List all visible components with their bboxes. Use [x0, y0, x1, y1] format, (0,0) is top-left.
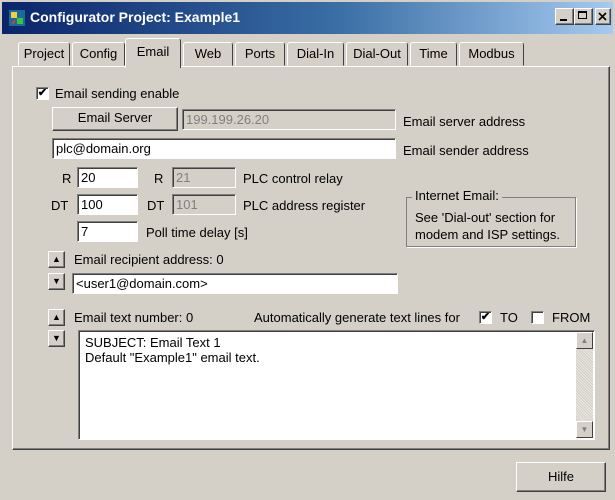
maximize-icon: [578, 11, 587, 19]
text-number-up-button[interactable]: ▲: [48, 309, 65, 326]
relay-prefix: R: [62, 171, 72, 186]
from-checkbox[interactable]: [531, 311, 544, 324]
tab-modbus[interactable]: Modbus: [459, 42, 524, 66]
internet-email-text-1: See 'Dial-out' section for: [415, 210, 556, 225]
minimize-button[interactable]: [555, 8, 574, 25]
close-icon: [598, 12, 607, 21]
to-label: TO: [500, 310, 518, 325]
relay-label: PLC control relay: [243, 171, 343, 186]
vertical-scrollbar[interactable]: ▲ ▼: [576, 332, 593, 438]
close-button[interactable]: [595, 8, 611, 25]
poll-time-input[interactable]: 7: [77, 221, 138, 242]
tab-email[interactable]: Email: [125, 38, 181, 68]
relay-input[interactable]: 20: [77, 167, 138, 188]
window-title: Configurator Project: Example1: [30, 9, 241, 25]
configurator-app-icon[interactable]: [8, 9, 26, 27]
recipient-down-button[interactable]: ▼: [48, 273, 65, 290]
recipient-address-field[interactable]: <user1@domain.com>: [72, 273, 398, 294]
autogen-label: Automatically generate text lines for: [254, 310, 460, 325]
help-button[interactable]: Hilfe: [516, 462, 606, 492]
scroll-down-button[interactable]: ▼: [576, 421, 593, 438]
arrow-up-icon: ▲: [52, 254, 61, 264]
poll-time-label: Poll time delay [s]: [146, 225, 248, 240]
email-server-address-label: Email server address: [403, 114, 526, 129]
tab-ports[interactable]: Ports: [235, 42, 285, 66]
from-label: FROM: [552, 310, 591, 325]
tab-config[interactable]: Config: [72, 42, 125, 66]
arrow-up-icon: ▲: [580, 336, 589, 345]
email-enable-checkbox[interactable]: ✔: [36, 87, 49, 100]
text-number-label: Email text number: 0: [74, 310, 194, 325]
relay-prefix-2: R: [154, 171, 164, 186]
register-input[interactable]: 100: [77, 194, 138, 215]
arrow-up-icon: ▲: [52, 312, 61, 322]
tab-dial-out[interactable]: Dial-Out: [346, 42, 408, 66]
email-server-address-field[interactable]: 199.199.26.20: [182, 109, 396, 130]
arrow-down-icon: ▼: [580, 425, 589, 434]
email-server-button[interactable]: Email Server: [52, 107, 178, 131]
text-number-down-button[interactable]: ▼: [48, 330, 65, 347]
internet-email-text-2: modem and ISP settings.: [415, 227, 561, 242]
relay-input-2[interactable]: 21: [172, 167, 236, 188]
email-text-content: SUBJECT: Email Text 1 Default "Example1"…: [85, 335, 260, 365]
register-prefix: DT: [51, 198, 69, 213]
arrow-down-icon: ▼: [52, 333, 61, 343]
register-label: PLC address register: [243, 198, 366, 213]
checkmark-icon: ✔: [37, 87, 48, 99]
scroll-up-button[interactable]: ▲: [576, 332, 593, 349]
to-checkbox[interactable]: ✔: [479, 311, 492, 324]
email-text-area[interactable]: SUBJECT: Email Text 1 Default "Example1"…: [78, 330, 595, 440]
tab-project[interactable]: Project: [18, 42, 70, 66]
title-bar[interactable]: Configurator Project: Example1: [0, 0, 615, 34]
minimize-icon: [560, 19, 567, 21]
email-sender-field[interactable]: plc@domain.org: [52, 138, 396, 159]
tab-dial-in[interactable]: Dial-In: [287, 42, 344, 66]
tab-time[interactable]: Time: [410, 42, 457, 66]
maximize-button[interactable]: [574, 8, 593, 25]
register-prefix-2: DT: [147, 198, 165, 213]
tab-web[interactable]: Web: [183, 42, 233, 66]
recipient-up-button[interactable]: ▲: [48, 251, 65, 268]
arrow-down-icon: ▼: [52, 276, 61, 286]
register-input-2[interactable]: 101: [172, 194, 236, 215]
recipient-label: Email recipient address: 0: [74, 252, 224, 267]
internet-email-group-title: Internet Email:: [412, 188, 502, 204]
email-sender-address-label: Email sender address: [403, 143, 529, 158]
checkmark-icon: ✔: [480, 311, 491, 323]
email-enable-label: Email sending enable: [55, 86, 180, 101]
